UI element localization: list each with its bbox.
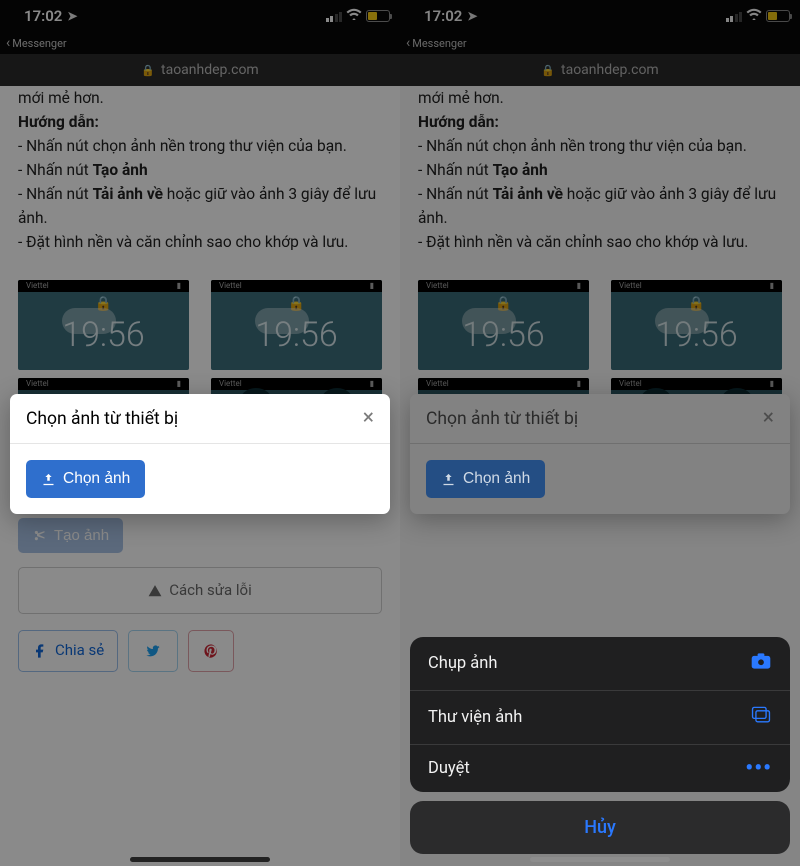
action-sheet: Chụp ảnh Thư viện ảnh Duyệt ••• Hủy [410, 637, 790, 854]
action-label: Duyệt [428, 759, 470, 778]
action-label: Chụp ảnh [428, 654, 497, 673]
upload-icon [41, 472, 56, 487]
button-label: Chọn ảnh [463, 470, 530, 488]
action-browse[interactable]: Duyệt ••• [410, 744, 790, 792]
camera-icon [750, 651, 772, 676]
action-take-photo[interactable]: Chụp ảnh [410, 637, 790, 690]
choose-image-modal: Chọn ảnh từ thiết bị × Chọn ảnh [410, 394, 790, 514]
more-icon: ••• [745, 762, 772, 775]
home-indicator[interactable] [130, 857, 270, 862]
gallery-icon [750, 705, 772, 730]
modal-choose-button[interactable]: Chọn ảnh [26, 460, 145, 498]
modal-title: Chọn ảnh từ thiết bị [426, 409, 578, 429]
home-indicator[interactable] [530, 857, 670, 862]
modal-title: Chọn ảnh từ thiết bị [26, 409, 178, 429]
button-label: Hủy [584, 817, 616, 838]
choose-image-modal: Chọn ảnh từ thiết bị × Chọn ảnh [10, 394, 390, 514]
modal-choose-button[interactable]: Chọn ảnh [426, 460, 545, 498]
upload-icon [441, 472, 456, 487]
action-photo-library[interactable]: Thư viện ảnh [410, 690, 790, 744]
action-cancel[interactable]: Hủy [410, 801, 790, 854]
action-label: Thư viện ảnh [428, 708, 522, 727]
button-label: Chọn ảnh [63, 470, 130, 488]
close-icon[interactable]: × [763, 408, 774, 429]
close-icon[interactable]: × [363, 408, 374, 429]
